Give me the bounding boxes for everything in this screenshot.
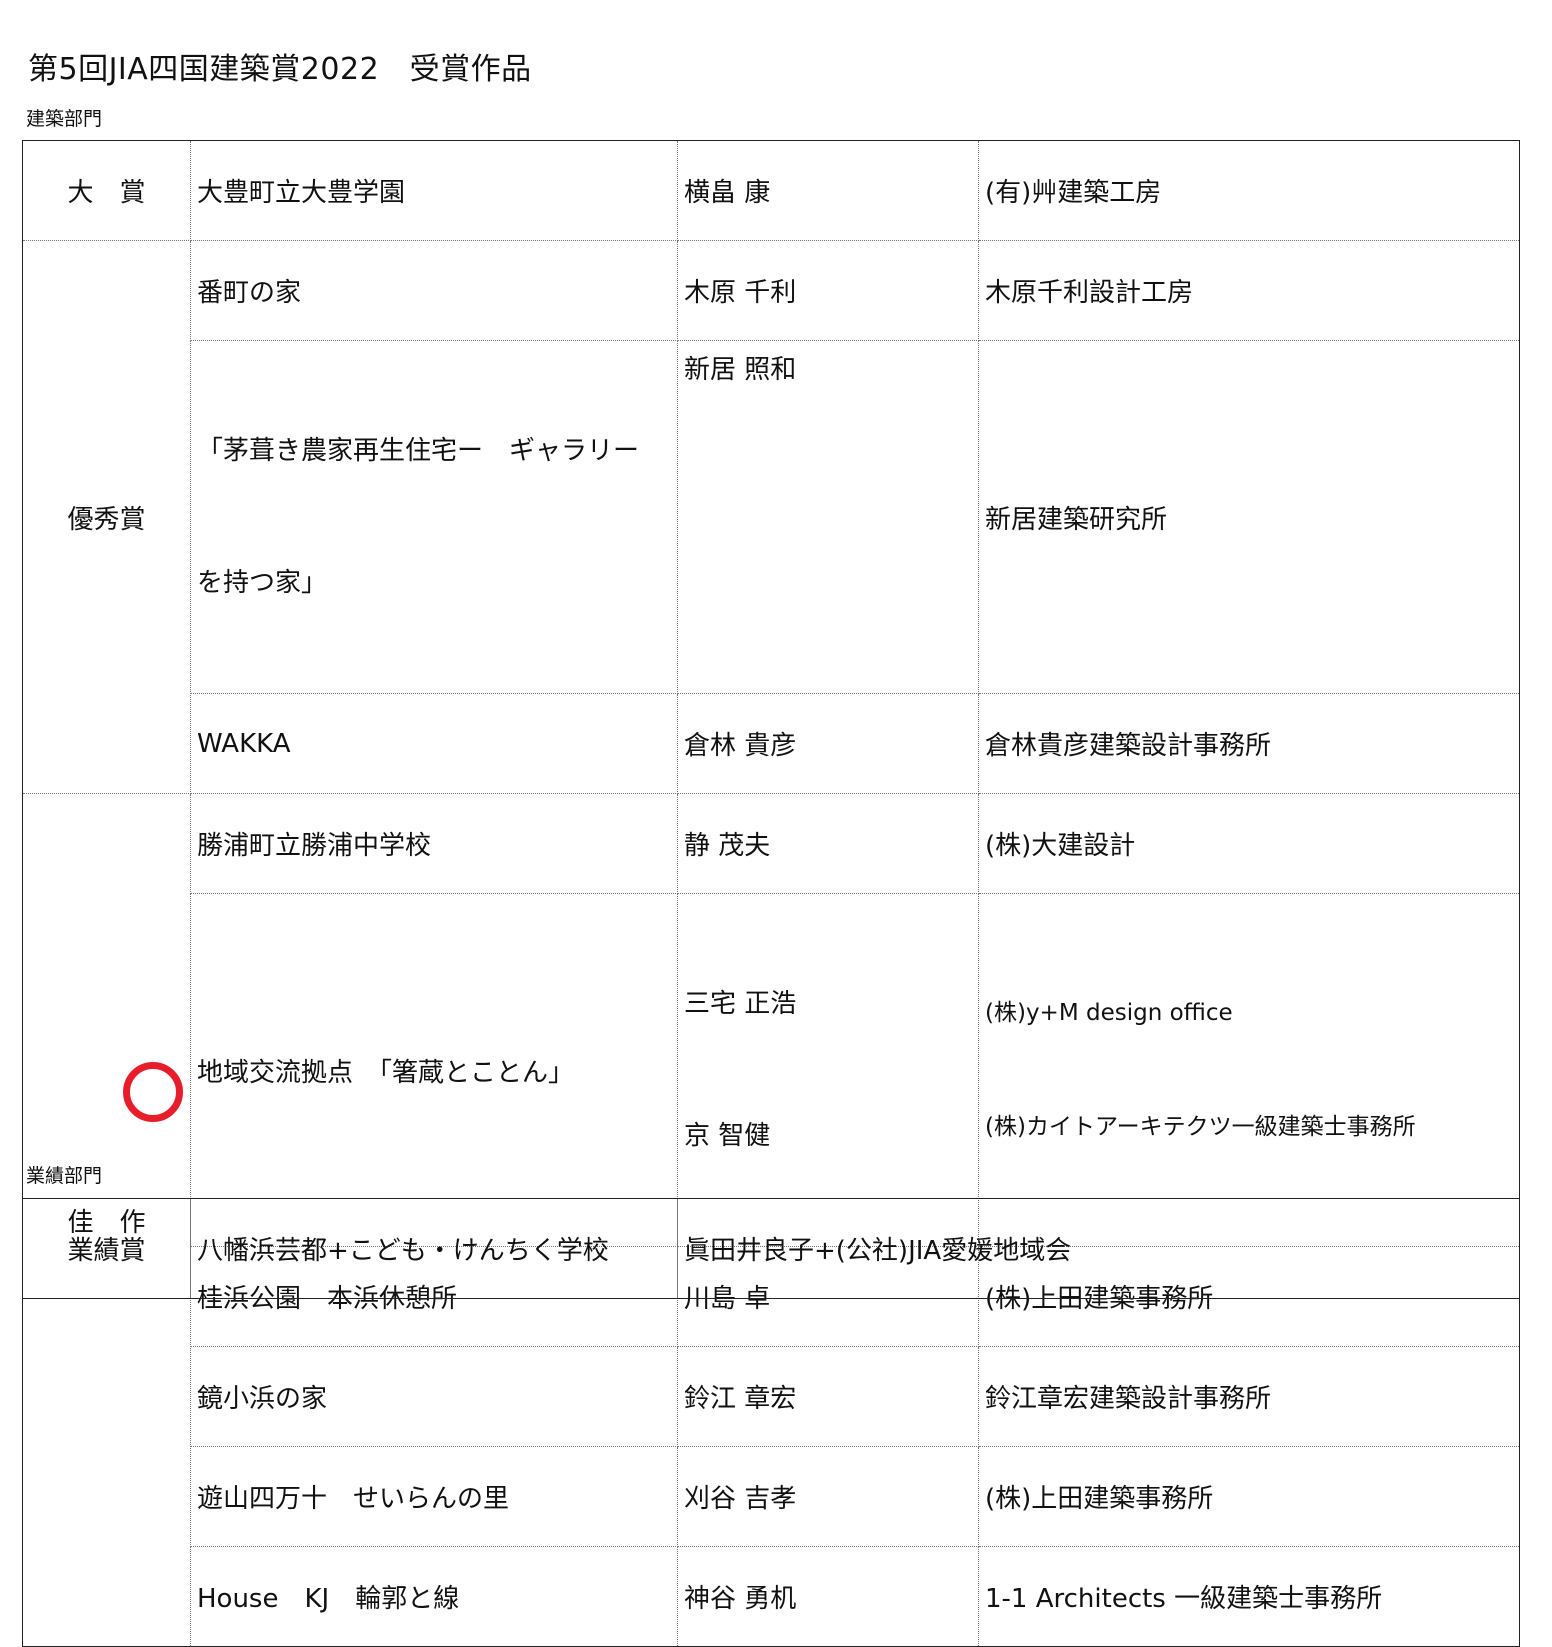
architect-name: 神谷 勇机 — [677, 1546, 979, 1647]
recipient-name: 眞田井良子+(公社)JIA愛媛地域会 — [677, 1198, 1520, 1299]
table-row: 優秀賞 番町の家 木原 千利 木原千利設計工房 — [22, 240, 1520, 794]
page-title: 第5回JIA四国建築賞2022 受賞作品 — [28, 52, 532, 87]
firm-name-line-1: (株)y+M design office — [985, 1000, 1233, 1026]
work-title: 遊山四万十 せいらんの里 — [190, 1446, 678, 1547]
table-row: 地域交流拠点 「箸蔵とことん」 三宅 正浩 京 智健 (株)y+M design… — [23, 893, 1520, 1247]
work-title: WAKKA — [190, 693, 678, 794]
architect-name: 静 茂夫 — [677, 793, 979, 894]
architect-name: 木原 千利 — [677, 240, 979, 341]
architect-name-line-1: 三宅 正浩 — [684, 989, 797, 1019]
category-excellence: 優秀賞 — [22, 240, 191, 794]
table-row: 「茅葺き農家再生住宅ー ギャラリー を持つ家」 新居 照和 新居建築研究所 — [23, 340, 1520, 694]
work-title: 鏡小浜の家 — [190, 1346, 678, 1447]
architect-name: 鈴江 章宏 — [677, 1346, 979, 1447]
architect-name: 倉林 貴彦 — [677, 693, 979, 794]
work-title: 番町の家 — [190, 240, 678, 341]
firm-name: 新居建築研究所 — [978, 340, 1520, 694]
section-label-architecture: 建築部門 — [26, 108, 103, 130]
table-row: 業績賞 八幡浜芸都+こども・けんちく学校 眞田井良子+(公社)JIA愛媛地域会 — [22, 1198, 1520, 1299]
work-title: 八幡浜芸都+こども・けんちく学校 — [190, 1198, 678, 1299]
architect-name-line-2: 京 智健 — [684, 1121, 771, 1151]
table-row: WAKKA 倉林 貴彦 倉林貴彦建築設計事務所 — [23, 693, 1520, 794]
work-title: House KJ 輪郭と線 — [190, 1546, 678, 1647]
architect-name: 新居 照和 — [677, 340, 979, 694]
table-row: House KJ 輪郭と線 神谷 勇机 1-1 Architects 一級建築士… — [23, 1546, 1520, 1647]
firm-name: (株)y+M design office (株)カイトアーキテクツ一級建築士事務… — [978, 893, 1520, 1247]
work-title: 「茅葺き農家再生住宅ー ギャラリー を持つ家」 — [190, 340, 678, 694]
firm-name: 鈴江章宏建築設計事務所 — [978, 1346, 1520, 1447]
work-title: 地域交流拠点 「箸蔵とことん」 — [190, 893, 678, 1247]
table-row: 佳 作 勝浦町立勝浦中学校 静 茂夫 (株)大建設計 — [22, 793, 1520, 1647]
work-title-line-1: 「茅葺き農家再生住宅ー ギャラリー — [197, 436, 640, 466]
table-row: 遊山四万十 せいらんの里 刈谷 吉孝 (株)上田建築事務所 — [23, 1446, 1520, 1547]
architect-name: 横畠 康 — [677, 140, 979, 241]
firm-name-line-2: (株)カイトアーキテクツ一級建築士事務所 — [985, 1114, 1416, 1140]
firm-name: (有)艸建築工房 — [978, 140, 1520, 241]
firm-name: (株)上田建築事務所 — [978, 1446, 1520, 1547]
firm-name: (株)大建設計 — [978, 793, 1520, 894]
work-title: 勝浦町立勝浦中学校 — [190, 793, 678, 894]
table-row: 大 賞 大豊町立大豊学園 横畠 康 (有)艸建築工房 — [22, 140, 1520, 241]
firm-name: 木原千利設計工房 — [978, 240, 1520, 341]
category-achievement: 業績賞 — [22, 1198, 191, 1299]
architect-name: 三宅 正浩 京 智健 — [677, 893, 979, 1247]
firm-name: 1-1 Architects 一級建築士事務所 — [978, 1546, 1520, 1647]
work-title-line-2: を持つ家」 — [197, 568, 328, 598]
section-label-achievement: 業績部門 — [26, 1165, 103, 1187]
architect-name: 刈谷 吉孝 — [677, 1446, 979, 1547]
category-grand: 大 賞 — [22, 140, 191, 241]
achievement-awards-table: 業績賞 八幡浜芸都+こども・けんちく学校 眞田井良子+(公社)JIA愛媛地域会 — [22, 1198, 1520, 1299]
firm-name: 倉林貴彦建築設計事務所 — [978, 693, 1520, 794]
red-circle-marker-icon — [123, 1062, 183, 1122]
architecture-awards-table: 大 賞 大豊町立大豊学園 横畠 康 (有)艸建築工房 優秀賞 番町の家 木原 千… — [22, 140, 1520, 1647]
table-row: 鏡小浜の家 鈴江 章宏 鈴江章宏建築設計事務所 — [23, 1346, 1520, 1447]
work-title: 大豊町立大豊学園 — [190, 140, 678, 241]
